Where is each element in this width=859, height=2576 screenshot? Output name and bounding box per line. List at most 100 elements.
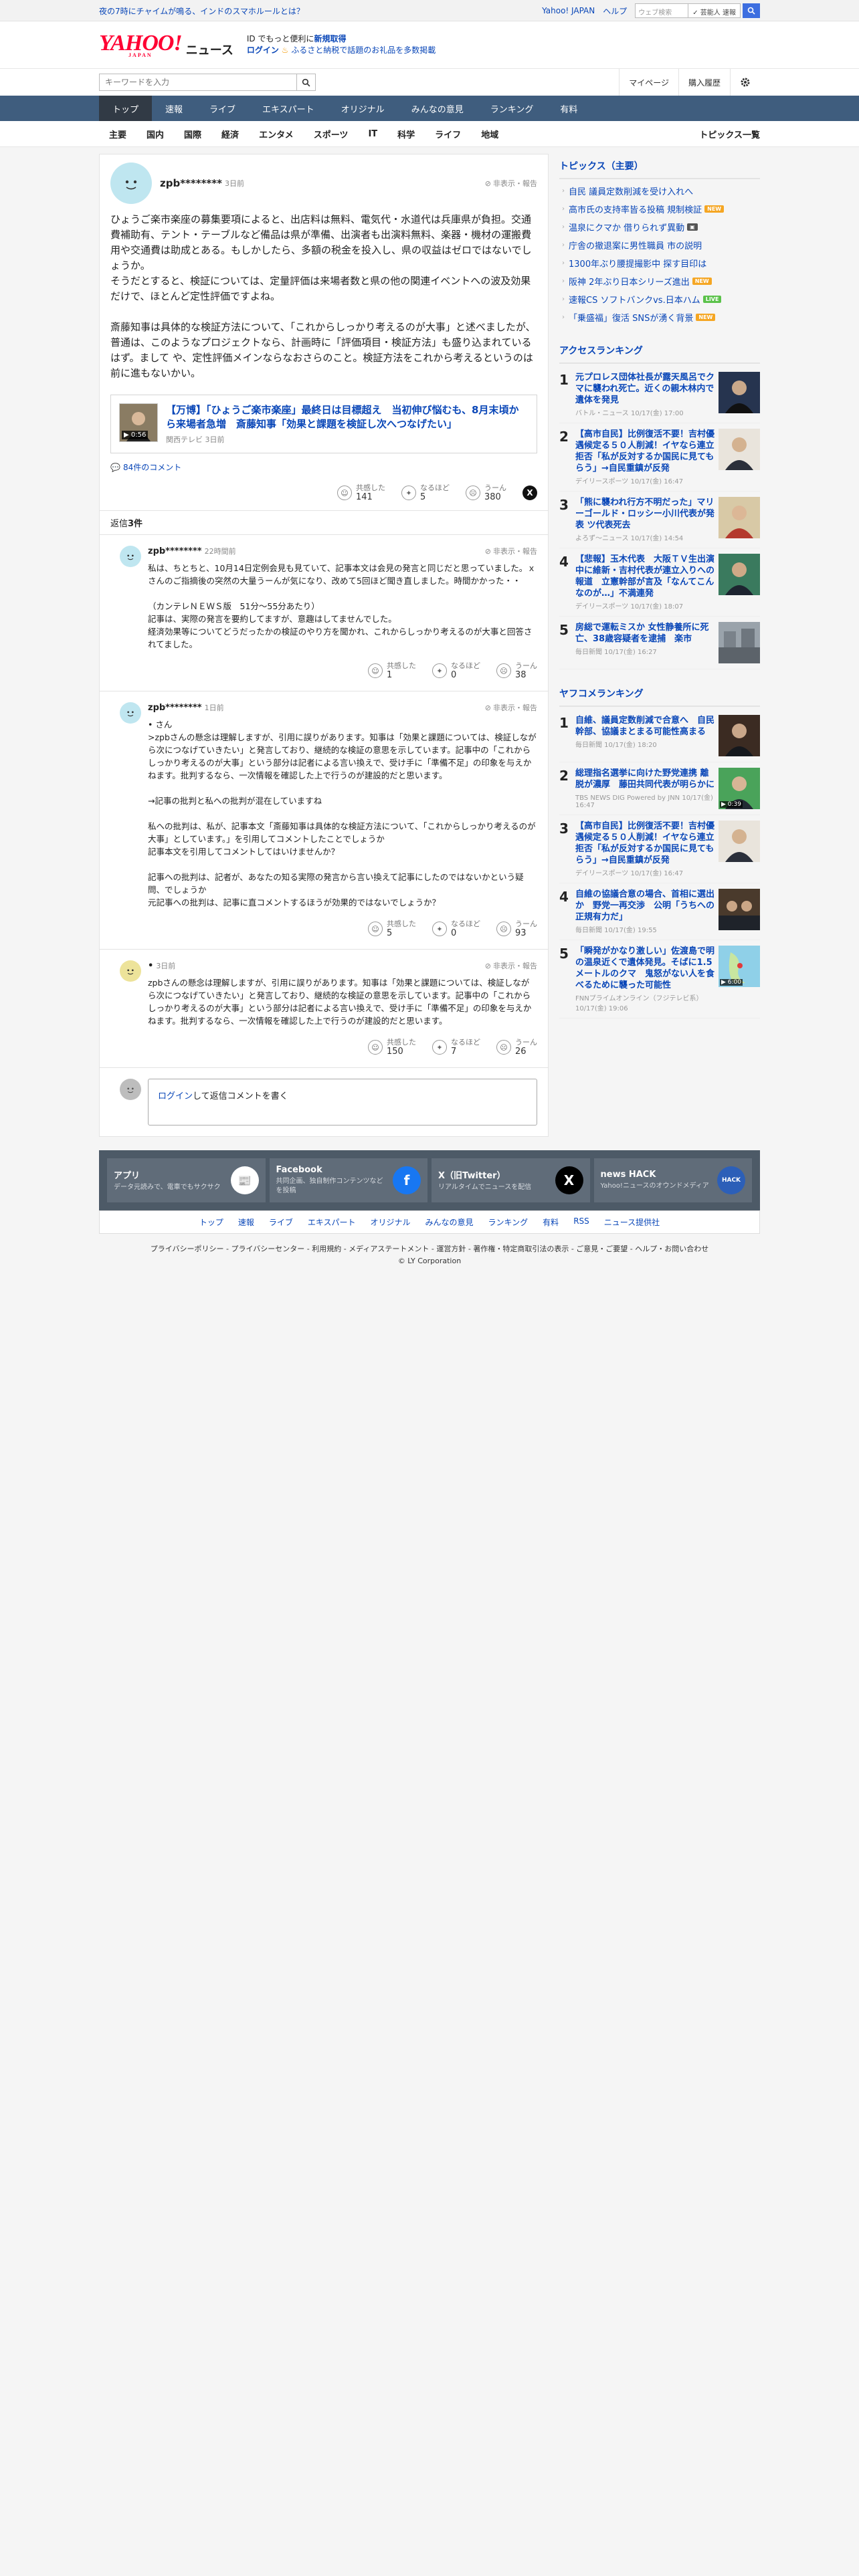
help-link[interactable]: ヘルプ <box>603 5 627 17</box>
footer-nav-opinions[interactable]: みんなの意見 <box>425 1216 474 1228</box>
new-badge: NEW <box>692 278 712 285</box>
top-promo-link[interactable]: 夜の7時にチャイムが鳴る、インドのスマホルールとは？ <box>99 5 542 17</box>
react-hmm[interactable]: ☹ うーん 380 <box>466 484 506 502</box>
comment-count-link[interactable]: 💬 84件のコメント <box>110 461 537 473</box>
ranking-item[interactable]: 4 【悲報】玉木代表 大阪ＴＶ生出演中に維新・吉村代表が連立入りへの報道 立憲幹部… <box>559 548 760 617</box>
rank-title: 房総で運転ミスか 女性静養所に死亡、38歳容疑者を逮捕 楽市 <box>575 623 709 644</box>
footer-nav-ranking[interactable]: ランキング <box>488 1216 529 1228</box>
mypage-link[interactable]: マイページ <box>619 69 678 96</box>
tab-ranking[interactable]: ランキング <box>477 96 547 121</box>
tab-live[interactable]: ライブ <box>196 96 249 121</box>
signup-link[interactable]: 新規取得 <box>314 34 346 43</box>
footer-card-app[interactable]: アプリ データ元読みで、電車でもサクサク 📰 <box>107 1158 266 1202</box>
footer-links[interactable]: プライバシーポリシー - プライバシーセンター - 利用規約 - メディアステー… <box>0 1243 859 1254</box>
react-insight[interactable]: ✦ なるほど 0 <box>432 661 480 680</box>
rank-title: 総理指名選挙に向けた野党連携 離脱が濃厚 藤田共同代表が明らかに <box>575 768 715 790</box>
web-search-input[interactable]: ウェブ検索 <box>635 3 689 18</box>
x-share-icon[interactable]: X <box>522 486 537 500</box>
footer-nav-expert[interactable]: エキスパート <box>308 1216 356 1228</box>
footer-card-facebook[interactable]: Facebook 共同企画、独自制作コンテンツなどを投稿 f <box>269 1158 427 1202</box>
reply-count: 3件 <box>128 519 143 529</box>
topic-item[interactable]: › 庁舎の撤退案に男性職員 市の説明 <box>559 236 760 254</box>
footer-nav-original[interactable]: オリジナル <box>371 1216 411 1228</box>
comment-user[interactable]: zpb******** <box>160 177 222 189</box>
login-link[interactable]: ログイン <box>247 45 279 55</box>
subtab-science[interactable]: 科学 <box>387 128 425 140</box>
reply-user[interactable]: zpb******** <box>148 546 202 556</box>
ranking-item[interactable]: 3 「熊に襲われ行方不明だった」マリーゴールド・ロッシー小川代表が発表 ツ代表死去… <box>559 492 760 548</box>
footer-card-newshack[interactable]: news HACK Yahoo!ニュースのオウンドメディア HACK <box>593 1158 752 1202</box>
furusato-link[interactable]: ふるさと納税で話題のお礼品を多数掲載 <box>291 45 436 55</box>
topic-item[interactable]: › 1300年ぶり腰提撮影中 探す目印は <box>559 254 760 272</box>
react-agree[interactable]: ☺ 共感した 141 <box>337 484 385 502</box>
react-hmm[interactable]: ☹ うーん 38 <box>496 661 537 680</box>
topic-item[interactable]: › 速報CS ソフトバンクvs.日本ハム LIVE <box>559 290 760 308</box>
ranking-item[interactable]: 2 総理指名選挙に向けた野党連携 離脱が濃厚 藤田共同代表が明らかに TBS NEW… <box>559 762 760 815</box>
react-hmm[interactable]: ☹ うーん 93 <box>496 920 537 938</box>
tab-opinions[interactable]: みんなの意見 <box>398 96 477 121</box>
rank-thumbnail <box>719 715 760 756</box>
article-link-card[interactable]: ▶ 0:56 【万博】「ひょうご楽市楽座」最終日は目標超え 当初伸び悩むも、8月… <box>110 395 537 453</box>
ranking-item[interactable]: 5 「瞬発がかなり激しい」佐渡島で明の温泉近くで遺体発見。そばに1.5メートルのク… <box>559 940 760 1018</box>
frown-icon: ☹ <box>496 1040 511 1055</box>
keyword-search-button[interactable] <box>297 74 316 91</box>
topic-item[interactable]: › 自民 議員定数削減を受け入れへ <box>559 182 760 200</box>
report-button[interactable]: ⊘ 非表示・報告 <box>485 960 537 971</box>
tab-breaking[interactable]: 速報 <box>152 96 196 121</box>
reply-user[interactable]: • <box>148 961 153 971</box>
yahoo-japan-link[interactable]: Yahoo! JAPAN <box>542 6 595 15</box>
topic-item[interactable]: › 阪神 2年ぶり日本シリーズ進出 NEW <box>559 272 760 290</box>
react-agree[interactable]: ☺ 共感した 150 <box>368 1038 416 1057</box>
topics-list-link[interactable]: トピックス一覧 <box>699 128 760 140</box>
yahoo-logo[interactable]: YAHOO! JAPAN ニュース <box>99 31 233 58</box>
settings-button[interactable] <box>730 69 760 96</box>
footer-nav-providers[interactable]: ニュース提供社 <box>604 1216 660 1228</box>
rank-meta: デイリースポーツ 10/17(金) 16:47 <box>575 478 684 486</box>
react-insight[interactable]: ✦ なるほど 5 <box>401 484 450 502</box>
react-hmm[interactable]: ☹ うーん 26 <box>496 1038 537 1057</box>
subtab-domestic[interactable]: 国内 <box>136 128 174 140</box>
subtab-sports[interactable]: スポーツ <box>304 128 359 140</box>
subtab-life[interactable]: ライフ <box>425 128 471 140</box>
topic-item[interactable]: › 「乗盛福」復活 SNSが湧く背景 NEW <box>559 308 760 326</box>
react-insight[interactable]: ✦ なるほど 0 <box>432 920 480 938</box>
report-button[interactable]: ⊘ 非表示・報告 <box>485 546 537 556</box>
tab-expert[interactable]: エキスパート <box>249 96 328 121</box>
footer-nav-live[interactable]: ライブ <box>269 1216 293 1228</box>
report-button[interactable]: ⊘ 非表示・報告 <box>485 702 537 713</box>
footer-nav-paid[interactable]: 有料 <box>543 1216 559 1228</box>
topic-item[interactable]: › 高市氏の支持率皆る投稿 規制検証 NEW <box>559 200 760 218</box>
subtab-economy[interactable]: 経済 <box>211 128 249 140</box>
web-search-button[interactable] <box>743 3 760 18</box>
tab-original[interactable]: オリジナル <box>328 96 398 121</box>
reply-login-link[interactable]: ログイン <box>158 1091 193 1101</box>
ranking-item[interactable]: 2 【高市自民】比例復活不要！吉村優遇候定る５０人削減！イヤなら連立拒否「私が反対… <box>559 423 760 492</box>
topic-item[interactable]: › 温泉にクマか 借りられず異動 ▣ <box>559 218 760 236</box>
subtab-local[interactable]: 地域 <box>471 128 508 140</box>
footer-nav-breaking[interactable]: 速報 <box>238 1216 254 1228</box>
history-link[interactable]: 購入履歴 <box>678 69 730 96</box>
ranking-item[interactable]: 5 房総で運転ミスか 女性静養所に死亡、38歳容疑者を逮捕 楽市 毎日新聞 10/1… <box>559 617 760 669</box>
report-button[interactable]: ⊘ 非表示・報告 <box>485 178 537 189</box>
subtab-main[interactable]: 主要 <box>99 128 136 140</box>
react-agree[interactable]: ☺ 共感した 5 <box>368 920 416 938</box>
footer-card-x[interactable]: X（旧Twitter） リアルタイムでニュースを配信 X <box>432 1158 590 1202</box>
subtab-it[interactable]: IT <box>358 129 387 139</box>
footer-nav-rss[interactable]: RSS <box>573 1216 589 1228</box>
keyword-input[interactable] <box>99 74 297 91</box>
react-agree[interactable]: ☺ 共感した 1 <box>368 661 416 680</box>
subtab-world[interactable]: 国際 <box>174 128 211 140</box>
article-title[interactable]: 【万博】「ひょうご楽市楽座」最終日は目標超え 当初伸び悩むも、8月末頃から来場者… <box>166 403 529 431</box>
react-insight[interactable]: ✦ なるほど 7 <box>432 1038 480 1057</box>
subtab-entertainment[interactable]: エンタメ <box>249 128 304 140</box>
ranking-item[interactable]: 1 元プロレス団体社長が露天風呂でクマに襲われ死亡。近くの親木林内で遺体を発見 バト… <box>559 366 760 423</box>
ranking-item[interactable]: 3 【高市自民】比例復活不要！吉村優遇候定る５０人削減！イヤなら連立拒否「私が反対… <box>559 815 760 883</box>
ranking-item[interactable]: 4 自維の協議合意の場合、首相に選出か 野党一再交渉 公明「うちへの正規有力だ」毎… <box>559 883 760 940</box>
reply-user[interactable]: zpb******** <box>148 703 202 713</box>
tab-top[interactable]: トップ <box>99 96 153 121</box>
ranking-item[interactable]: 1 自維、議員定数削減で合意へ 自民幹部、協議まとまる可能性高まる 毎日新聞 10/… <box>559 710 760 762</box>
reply-input[interactable]: ログインして返信コメントを書く <box>148 1079 537 1125</box>
footer-nav-top[interactable]: トップ <box>199 1216 223 1228</box>
search-filter[interactable]: ✓ 芸能人 速報 <box>688 3 741 18</box>
tab-paid[interactable]: 有料 <box>547 96 591 121</box>
